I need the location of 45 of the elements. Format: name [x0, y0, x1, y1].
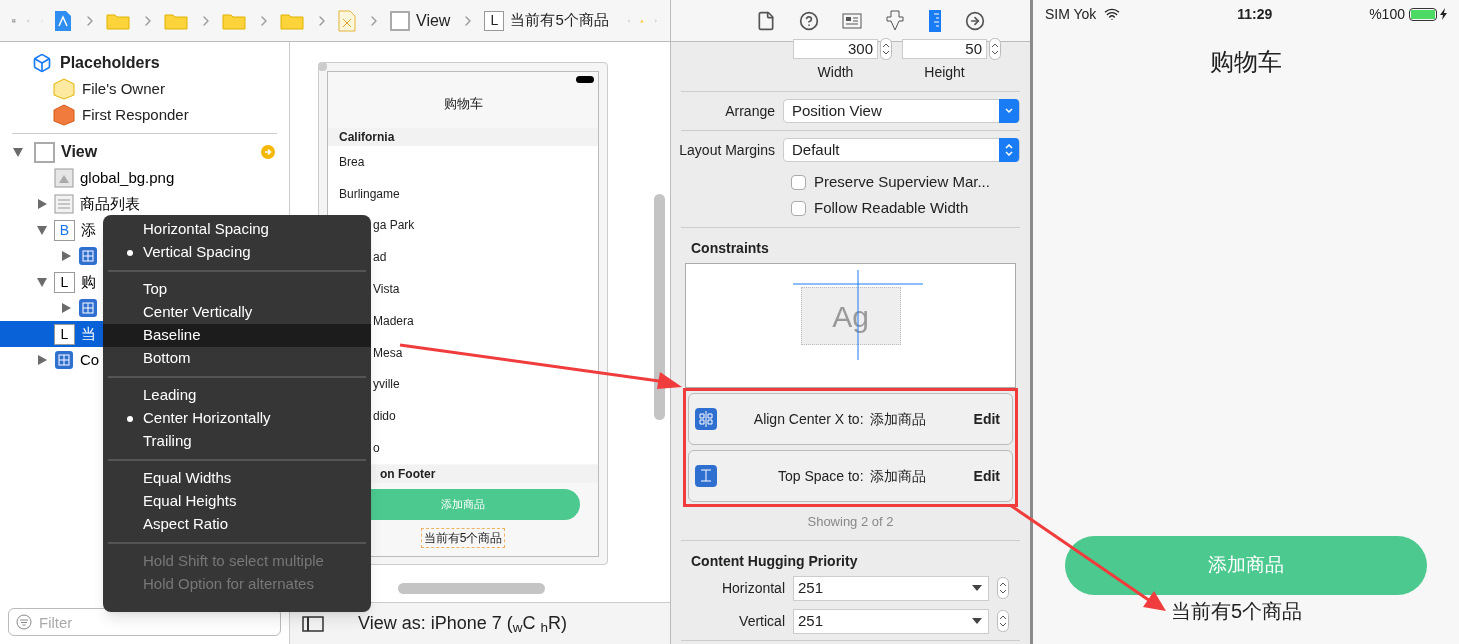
battery-percent: %100 [1369, 4, 1405, 24]
table-cell-text: Burlingame [338, 185, 401, 203]
showing-count: Showing 2 of 2 [806, 513, 895, 531]
menu-hint: Hold Option for alternates [142, 574, 315, 595]
section-title: Constraints [690, 239, 770, 258]
outline-label: global_bg.png [80, 167, 175, 188]
field-caption: Width [817, 63, 855, 82]
table-cell-text: ad [372, 249, 388, 267]
outline-label: 商品列表 [80, 193, 140, 214]
count-label: 当前有5个商品 [1170, 599, 1304, 624]
constraint-text: Align Center X to: [752, 409, 865, 429]
button-badge-icon: B [54, 219, 75, 241]
constraint-text: Top Space to: [776, 466, 865, 486]
menu-hint: Hold Shift to select multiple [142, 551, 325, 572]
table-cell-text: Brea [338, 153, 366, 171]
field-caption: Height [924, 63, 966, 82]
count-label: 当前有5个商品 [420, 527, 506, 548]
field-label: Horizontal [720, 578, 785, 598]
section-header: California [328, 128, 598, 146]
outline-label: 购 [81, 271, 96, 292]
table-cell-text: dido [372, 408, 397, 426]
table-cell-text: Vista [372, 281, 401, 299]
outline-label: Co [80, 349, 100, 370]
constraint-target: 添加商品 [869, 409, 927, 429]
table-cell-text: yville [372, 376, 401, 394]
table-cell-text: ga Park [372, 217, 416, 235]
checkbox-label: Follow Readable Width [814, 197, 969, 218]
section-title: Content Hugging Priority [690, 551, 859, 571]
label-badge-icon: L [54, 323, 75, 345]
outline-label: 当 [81, 323, 96, 344]
carrier-text: SIM Yok [1045, 4, 1097, 24]
checkbox-label: Preserve Superview Mar... [814, 171, 990, 192]
field-label: Vertical [738, 611, 785, 631]
nav-title: 购物车 [1209, 47, 1283, 77]
clock-text: 11:29 [1236, 4, 1273, 24]
table-cell-text: Mesa [372, 344, 404, 362]
outline-section-title: Placeholders [60, 53, 160, 73]
table-cell-text: Madera [372, 312, 415, 330]
constraint-target: 添加商品 [869, 466, 927, 486]
field-label: Layout Margins [678, 140, 775, 160]
field-label: Arrange [724, 101, 775, 121]
nav-title: 购物车 [442, 95, 484, 113]
table-cell-text: o [372, 440, 381, 458]
label-badge-icon: L [54, 271, 75, 293]
outline-label: 添 [81, 219, 96, 240]
